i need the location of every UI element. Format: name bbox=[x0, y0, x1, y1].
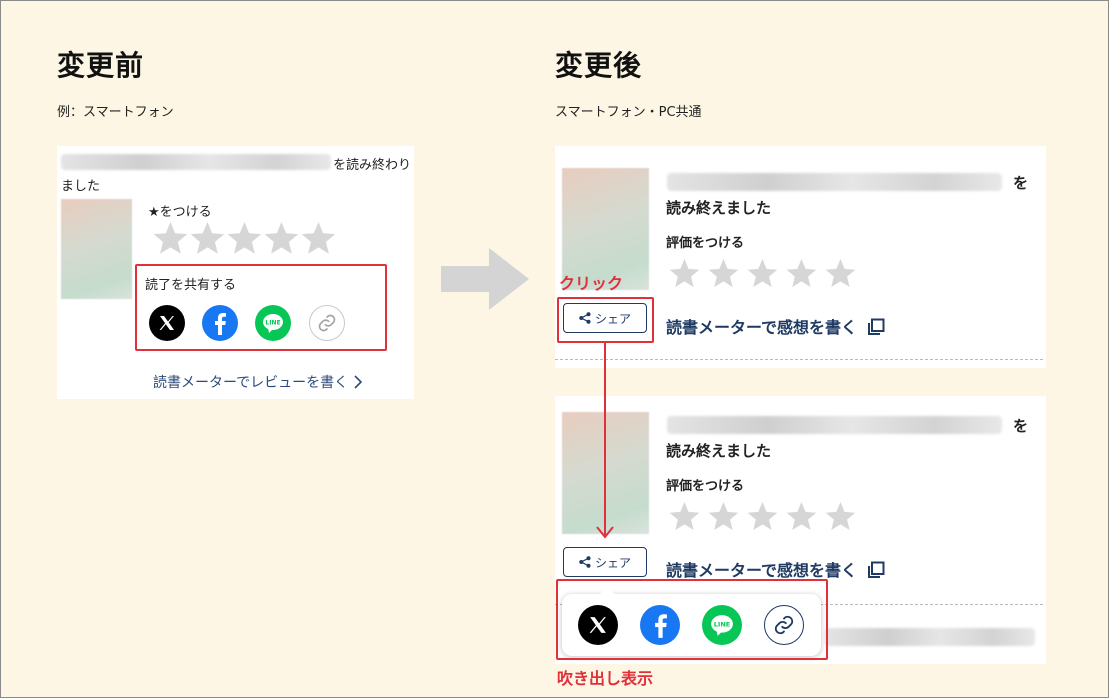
star-icon[interactable] bbox=[821, 502, 860, 532]
star-icon[interactable] bbox=[189, 222, 226, 256]
share-label: 読了を共有する bbox=[145, 278, 237, 293]
rating-stars[interactable] bbox=[665, 259, 860, 289]
rate-label: 評価をつける bbox=[666, 479, 745, 494]
rating-stars[interactable] bbox=[665, 502, 860, 532]
star-icon[interactable] bbox=[665, 502, 704, 532]
copy-link-button[interactable] bbox=[309, 305, 345, 341]
finished-message-line2: ました bbox=[61, 179, 101, 194]
star-icon[interactable] bbox=[821, 259, 860, 289]
balloon-label: 吹き出し表示 bbox=[557, 669, 654, 688]
svg-text:LINE: LINE bbox=[265, 320, 280, 327]
next-item-blurred bbox=[825, 628, 1035, 646]
finished-message-line2: 読み終えました bbox=[666, 199, 772, 217]
facebook-share-button[interactable] bbox=[202, 305, 238, 341]
click-label: クリック bbox=[559, 274, 624, 293]
link-icon bbox=[318, 314, 336, 332]
x-icon bbox=[159, 316, 174, 330]
star-icon[interactable] bbox=[743, 259, 782, 289]
write-impression-link-label: 読書メーターで感想を書く bbox=[666, 318, 858, 337]
balloon-highlight-box bbox=[556, 579, 828, 660]
write-impression-link[interactable]: 読書メーターで感想を書く bbox=[666, 557, 885, 581]
rating-stars[interactable] bbox=[152, 222, 337, 256]
write-review-link-label: 読書メーターでレビューを書く bbox=[153, 375, 349, 391]
after-title: 変更後 bbox=[555, 49, 643, 82]
line-icon: LINE bbox=[263, 314, 283, 333]
book-title-blurred bbox=[61, 154, 331, 170]
write-review-link[interactable]: 読書メーターでレビューを書く bbox=[153, 372, 363, 392]
chevron-right-icon bbox=[354, 375, 362, 389]
star-icon[interactable] bbox=[152, 222, 189, 256]
star-icon[interactable] bbox=[782, 259, 821, 289]
share-button[interactable]: シェア bbox=[563, 547, 647, 577]
x-share-button[interactable] bbox=[149, 305, 185, 341]
before-subtitle: 例：スマートフォン bbox=[57, 105, 174, 120]
star-icon[interactable] bbox=[665, 259, 704, 289]
after-subtitle: スマートフォン・PC共通 bbox=[555, 105, 702, 120]
star-icon[interactable] bbox=[782, 502, 821, 532]
divider bbox=[555, 359, 1043, 360]
before-title: 変更前 bbox=[57, 49, 145, 82]
facebook-icon bbox=[215, 313, 226, 335]
star-icon[interactable] bbox=[704, 502, 743, 532]
line-share-button[interactable]: LINE bbox=[255, 305, 291, 341]
copy-icon bbox=[867, 561, 885, 578]
finished-message: を bbox=[1013, 417, 1029, 435]
share-icon bbox=[579, 556, 591, 568]
rate-label: 評価をつける bbox=[666, 236, 745, 251]
arrow-right-icon bbox=[441, 248, 529, 310]
finished-message-line2: 読み終えました bbox=[666, 442, 772, 460]
star-icon[interactable] bbox=[704, 259, 743, 289]
click-highlight-box bbox=[557, 297, 654, 343]
book-title-blurred bbox=[667, 173, 1002, 191]
star-icon[interactable] bbox=[226, 222, 263, 256]
write-impression-link-label: 読書メーターで感想を書く bbox=[666, 561, 858, 580]
copy-icon bbox=[867, 318, 885, 335]
write-impression-link[interactable]: 読書メーターで感想を書く bbox=[666, 314, 885, 338]
star-icon[interactable] bbox=[300, 222, 337, 256]
red-arrow-icon bbox=[596, 343, 614, 539]
book-cover[interactable] bbox=[61, 199, 132, 299]
rate-label: ★をつける bbox=[148, 205, 212, 220]
book-title-blurred bbox=[667, 416, 1002, 434]
star-icon[interactable] bbox=[743, 502, 782, 532]
star-icon[interactable] bbox=[263, 222, 300, 256]
before-card: を読み終わり ました ★をつける 読了を共有する LINE 読書メーターでレビュ… bbox=[57, 146, 414, 399]
share-button-label: シェア bbox=[594, 555, 631, 570]
finished-message: を bbox=[1013, 174, 1029, 192]
finished-message: を読み終わり bbox=[333, 158, 412, 173]
